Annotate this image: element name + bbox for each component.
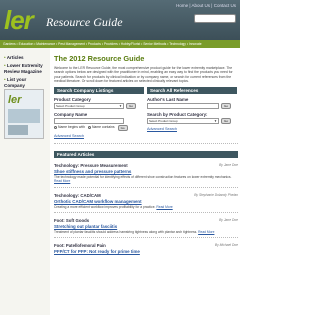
radio-contains[interactable]: Name contains [87,125,115,131]
article-topic: Foot: Soft Goods [54,217,90,223]
top-links[interactable]: Home | About Us | Contact Us [176,3,236,8]
sidebar: • Articles • Lower Extremity Review Maga… [0,48,50,315]
radio-icon [54,125,57,129]
chevron-down-icon: ▼ [119,104,122,109]
article-author: By Michael Doe [214,243,238,247]
radio-begins-with[interactable]: Name begins with [54,125,85,131]
read-more-link[interactable]: Read More [156,205,172,209]
featured-article: Technology: Pressure Measurement By Jane … [54,163,238,188]
read-more-link[interactable]: Read More [54,179,70,183]
main-navbar[interactable]: Gardens • Education • Maintenance • Pest… [0,40,240,48]
ref-category-go-button[interactable]: Go [221,118,232,125]
author-input[interactable] [147,103,219,110]
brand-name: Resource Guide [46,15,123,29]
intro-text: Welcome to the LER Resource Guide, the m… [54,66,233,83]
company-search-header: Search Company Listings [54,87,144,95]
product-category-label: Product Category [54,97,91,103]
chevron-down-icon: ▼ [214,119,217,124]
article-author: By Stephanie Dolandy Phelan [194,192,238,197]
category-go-button[interactable]: Go [126,103,137,110]
article-title-link[interactable]: Shoe stiffness and pressure patterns [54,169,238,174]
divider [54,143,238,145]
company-name-input[interactable] [54,118,124,125]
divider [54,186,238,188]
author-label: Author's Last Name [147,97,189,103]
search-panels: Search Company Listings Product Category… [54,87,238,138]
company-go-button[interactable]: Go [117,125,128,132]
sidebar-item-articles[interactable]: • Articles [0,54,50,62]
featured-article: Technology: CAD/CAM By Stephanie Dolandy … [54,193,238,213]
cover-image-secondary [8,125,28,135]
magazine-cover[interactable]: ler [4,89,44,139]
reference-search-header: Search All References [147,87,237,95]
article-topic: Technology: CAD/CAM [54,192,101,198]
article-description: The technology made potential for identi… [54,175,232,180]
author-go-button[interactable]: Go [221,103,232,110]
article-topic: Foot: Patellofemoral Pain [54,243,106,248]
article-author: By Jane Doe [219,163,238,168]
article-topic: Technology: Pressure Measurement [54,163,128,169]
featured-article: Foot: Patellofemoral Pain By Michael Doe … [54,243,238,254]
article-description: Treatment of plantar fasciitis should ad… [54,229,198,234]
company-advanced-search-link[interactable]: Advanced Search [54,134,144,138]
article-author: By Jane Doe [219,217,238,222]
ref-category-label: Search by Product Category: [147,112,208,118]
company-search-panel: Search Company Listings Product Category… [54,87,144,138]
main-content: The 2012 Resource Guide Welcome to the L… [54,48,238,254]
company-name-label: Company Name [54,112,88,118]
article-title-link[interactable]: Stretching out plantar fasciitis [54,224,238,229]
article-description: Creating a more efficient workflow impro… [54,204,156,209]
ler-logo[interactable]: ler [4,6,34,34]
page-title: The 2012 Resource Guide [54,54,145,63]
article-title-link[interactable]: Orthotic CAD/CAM workflow management [54,199,238,204]
header-search-input[interactable] [194,14,236,23]
cover-image [8,109,40,123]
reference-search-panel: Search All References Author's Last Name… [147,87,237,138]
divider [54,211,238,213]
sidebar-item-magazine[interactable]: • Lower Extremity Review Magazine [0,62,50,76]
featured-articles-header: Featured Articles [54,151,238,159]
ref-category-select[interactable]: Select Product Group ▼ [147,118,219,125]
cover-title: ler [8,94,22,106]
article-title-link[interactable]: PFP/CT for PFP: Not ready for prime time [54,249,238,254]
read-more-link[interactable]: Read More [198,230,214,234]
sidebar-item-list-company[interactable]: • List your Company [0,76,50,90]
featured-article: Foot: Soft Goods By Jane Doe Stretching o… [54,218,238,238]
refs-advanced-search-link[interactable]: Advanced Search [147,127,237,131]
product-category-select[interactable]: Select Product Group ▼ [54,103,124,110]
radio-icon [87,125,91,129]
divider [54,237,238,238]
site-header: ler Resource Guide Home | About Us | Con… [0,0,240,40]
